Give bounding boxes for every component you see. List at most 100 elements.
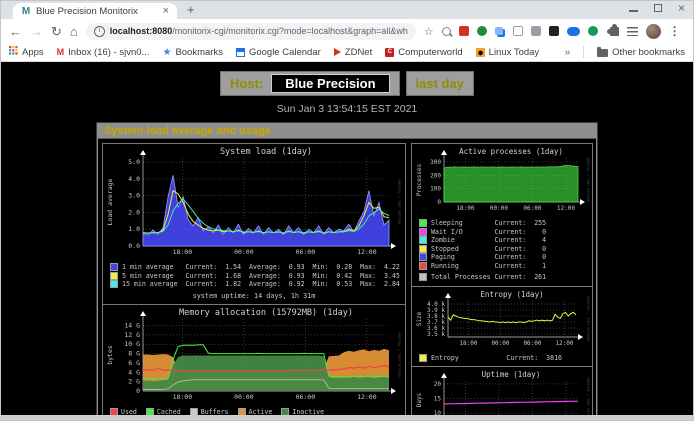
svg-text:RRDTOOL / TOBI OETIKER: RRDTOOL / TOBI OETIKER <box>397 332 401 378</box>
uptime-graph[interactable]: Uptime (1day)Days10152018:0000:0006:0012… <box>414 369 590 415</box>
meet-extension-icon[interactable] <box>588 26 598 36</box>
host-label: Host: <box>230 76 263 91</box>
uptime-graph-cell: Uptime (1day)Days10152018:0000:0006:0012… <box>412 367 592 415</box>
star-icon: ★ <box>162 47 171 58</box>
svg-text:System load (1day): System load (1day) <box>220 147 312 157</box>
window-frame-bottom <box>1 415 693 420</box>
extensions-puzzle-icon[interactable] <box>610 27 619 36</box>
bookmark-label: ZDNet <box>345 47 372 58</box>
cast-extension-icon[interactable] <box>531 26 541 36</box>
entropy-graph[interactable]: Entropy (1day)Size3.5 k3.6 k3.7 k3.8 k3.… <box>414 289 590 354</box>
reload-button-icon[interactable]: ↻ <box>51 25 62 38</box>
svg-text:5.0: 5.0 <box>128 158 140 166</box>
active-processes-legend: Sleeping Current: 255Wait I/O Current: 0… <box>414 219 590 284</box>
legend-text: Buffers <box>201 408 229 416</box>
legend-row: 5 min average Current: 1.68 Average: 0.9… <box>110 272 398 281</box>
bookmark-item[interactable]: MInbox (16) - sjvn0... <box>57 47 150 58</box>
window-close-button[interactable]: × <box>678 3 685 13</box>
bookmark-label: Computerworld <box>398 47 462 58</box>
svg-text:10 G: 10 G <box>124 340 140 348</box>
dark-app-extension-icon[interactable] <box>549 26 559 36</box>
legend-text: 5 min average Current: 1.68 Average: 0.9… <box>122 272 400 281</box>
browser-tab[interactable]: M Blue Precision Monitorix × <box>13 3 177 19</box>
svg-text:3.7 k: 3.7 k <box>427 319 445 326</box>
forward-button-icon[interactable]: → <box>30 25 43 38</box>
host-value: Blue Precision <box>271 74 389 93</box>
page-date: Sun Jan 3 13:54:15 EST 2021 <box>1 103 693 115</box>
bookmarks-overflow-chevron[interactable]: » <box>565 47 571 58</box>
legend-row: Running Current: 1 <box>419 262 585 271</box>
svg-text:06:00: 06:00 <box>296 393 316 401</box>
svg-text:M: M <box>22 6 30 15</box>
bookmark-item[interactable]: Apps <box>9 46 44 58</box>
window-maximize-button[interactable] <box>654 4 662 12</box>
legend-row: Paging Current: 0 <box>419 253 585 262</box>
legend-text: Running Current: 1 <box>431 262 546 271</box>
legend-row: 1 min average Current: 1.54 Average: 0.9… <box>110 263 398 272</box>
memory-allocation-graph[interactable]: Memory allocation (15792MB) (1day)bytes0… <box>105 307 403 408</box>
legend-row: UsedCachedBuffersActiveInactive <box>110 408 398 416</box>
tab-close-icon[interactable]: × <box>163 6 169 16</box>
svg-text:06:00: 06:00 <box>523 205 541 212</box>
url-host: localhost:8080 <box>110 26 173 36</box>
legend-text: Sleeping Current: 255 <box>431 219 546 228</box>
svg-text:18:00: 18:00 <box>173 248 193 256</box>
svg-text:1.0: 1.0 <box>128 225 140 233</box>
reading-list-icon[interactable] <box>627 27 638 36</box>
browser-menu-icon[interactable]: ⋮ <box>669 24 681 38</box>
active-processes-graph[interactable]: Active processes (1day)Processes01002003… <box>414 146 590 219</box>
legend-text: Inactive <box>292 408 324 416</box>
linux-today-icon <box>476 48 485 57</box>
bookmark-label: Apps <box>22 47 44 58</box>
legend-text: Zombie Current: 4 <box>431 236 546 245</box>
svg-text:4 G: 4 G <box>128 368 140 376</box>
window-minimize-button[interactable] <box>629 10 638 12</box>
bookmark-item[interactable]: ★Bookmarks <box>162 47 222 58</box>
svg-text:18:00: 18:00 <box>459 340 477 347</box>
legend-text: Entropy Current: 3816 <box>431 354 562 363</box>
system-load-graph[interactable]: System load (1day)Load average0.01.02.03… <box>105 146 403 263</box>
new-tab-button[interactable]: + <box>187 2 195 19</box>
calendar-icon <box>236 48 245 57</box>
legend-swatch <box>419 262 427 270</box>
svg-text:12 G: 12 G <box>124 330 140 338</box>
search-extension-icon[interactable] <box>442 27 451 36</box>
bookmark-item[interactable]: Linux Today <box>476 47 539 58</box>
messages-extension-icon[interactable] <box>567 27 580 36</box>
other-bookmarks-button[interactable]: Other bookmarks <box>597 47 685 58</box>
svg-text:00:00: 00:00 <box>490 205 508 212</box>
bookmark-item[interactable]: ZDNet <box>334 47 372 58</box>
svg-text:3.8 k: 3.8 k <box>427 313 445 320</box>
svg-text:14 G: 14 G <box>124 321 140 329</box>
legend-swatch <box>419 253 427 261</box>
svg-text:RRDTOOL / TOBI OETIKER: RRDTOOL / TOBI OETIKER <box>586 158 590 204</box>
mail-checker-extension-icon[interactable] <box>459 26 469 36</box>
url-path: /monitorix-cgi/monitorix.cgi?mode=localh… <box>172 26 407 36</box>
bookmark-item[interactable]: CComputerworld <box>385 47 462 58</box>
browser-window: M Blue Precision Monitorix × + × ← → ↻ ⌂… <box>0 0 694 421</box>
bookmark-item[interactable]: Google Calendar <box>236 47 321 58</box>
legend-swatch <box>110 263 118 271</box>
docs-pages-extension-icon[interactable] <box>495 27 503 35</box>
bookmark-star-icon[interactable]: ☆ <box>424 25 434 38</box>
legend-row: 15 min average Current: 1.82 Average: 0.… <box>110 280 398 289</box>
site-info-icon[interactable]: i <box>94 26 105 37</box>
svg-text:3.6 k: 3.6 k <box>427 325 445 332</box>
memory-legend: UsedCachedBuffersActiveInactive <box>105 408 403 416</box>
legend-text: Used <box>121 408 137 416</box>
gmail-icon: M <box>57 47 65 57</box>
home-button-icon[interactable]: ⌂ <box>70 25 78 38</box>
address-bar[interactable]: i localhost:8080/monitorix-cgi/monitorix… <box>86 23 416 40</box>
bookmark-items: Apps MInbox (16) - sjvn0... ★Bookmarks Goog… <box>9 46 539 58</box>
profile-avatar[interactable] <box>646 24 661 39</box>
screenshot-tool-extension-icon[interactable] <box>513 26 523 36</box>
svg-text:bytes: bytes <box>106 345 114 365</box>
translate-extension-icon[interactable] <box>477 26 487 36</box>
legend-swatch <box>419 228 427 236</box>
legend-text: 15 min average Current: 1.82 Average: 0.… <box>122 280 400 289</box>
back-button-icon[interactable]: ← <box>9 25 22 38</box>
bookmark-label: Linux Today <box>489 47 539 58</box>
system-load-legend: 1 min average Current: 1.54 Average: 0.9… <box>105 263 403 302</box>
left-graph-column: System load (1day)Load average0.01.02.03… <box>102 143 406 415</box>
svg-text:Uptime (1day): Uptime (1day) <box>482 370 541 379</box>
